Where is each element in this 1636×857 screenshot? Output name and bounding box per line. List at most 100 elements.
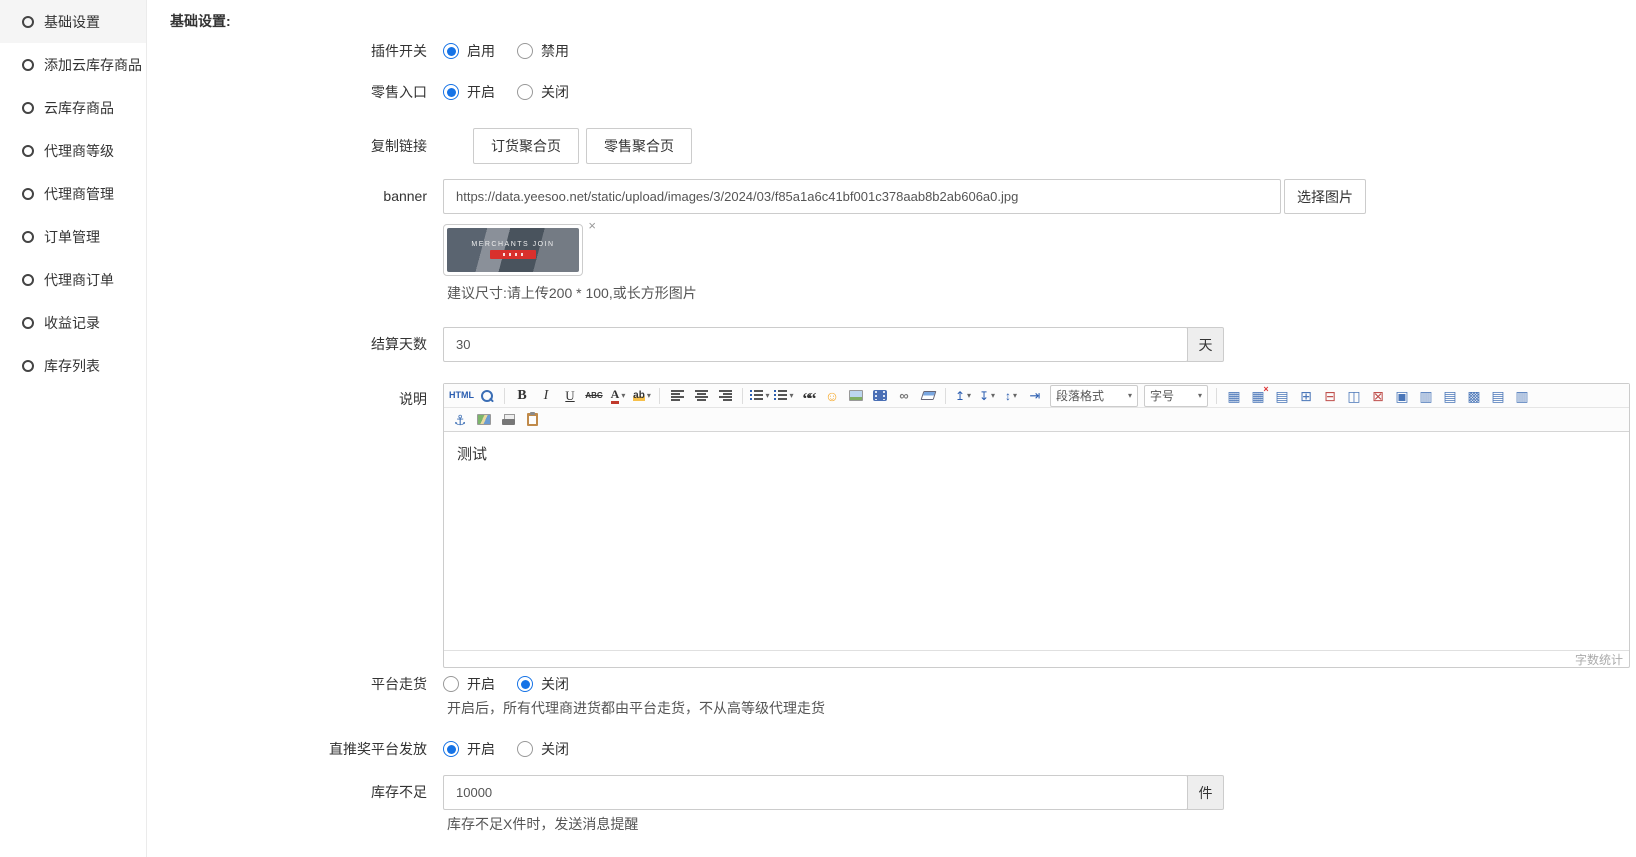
italic-icon[interactable]: I xyxy=(534,385,558,407)
choose-image-button[interactable]: 选择图片 xyxy=(1284,179,1366,214)
source-code-icon[interactable]: HTML xyxy=(448,385,475,407)
platform-shipping-off-radio[interactable]: 关闭 xyxy=(517,674,569,694)
retail-entry-on-radio[interactable]: 开启 xyxy=(443,82,495,102)
align-left-icon[interactable] xyxy=(665,385,689,407)
low-stock-hint: 库存不足X件时，发送消息提醒 xyxy=(443,816,638,833)
chevron-down-icon: ▾ xyxy=(1013,391,1017,400)
banner-size-hint: 建议尺寸:请上传200 * 100,或长方形图片 xyxy=(443,285,697,302)
remove-image-icon[interactable]: × xyxy=(588,219,596,232)
row-props-icon[interactable]: ▤ xyxy=(1486,385,1510,407)
indent-icon[interactable]: ⇥ xyxy=(1023,385,1047,407)
paragraph-format-select[interactable]: 段落格式 ▾ xyxy=(1050,385,1138,407)
align-center-icon[interactable] xyxy=(689,385,713,407)
sidebar-item-basic-settings[interactable]: 基础设置 xyxy=(0,0,146,43)
settlement-days-input[interactable] xyxy=(443,327,1188,362)
radio-unchecked-icon xyxy=(517,43,533,59)
word-count-label: 字数统计 xyxy=(1575,651,1623,668)
circle-bullet-icon xyxy=(22,145,34,157)
circle-bullet-icon xyxy=(22,188,34,200)
form-row-banner: banner 选择图片 MERCHANTS JOIN × 建议尺寸:请上传200… xyxy=(170,179,1636,302)
sidebar-item-agent-orders[interactable]: 代理商订单 xyxy=(0,258,146,301)
retail-entry-off-radio[interactable]: 关闭 xyxy=(517,82,569,102)
blockquote-icon[interactable]: ““ xyxy=(796,385,820,407)
insert-image-icon[interactable] xyxy=(844,385,868,407)
sidebar-item-stock-list[interactable]: 库存列表 xyxy=(0,344,146,387)
sidebar-item-agent-levels[interactable]: 代理商等级 xyxy=(0,129,146,172)
chevron-down-icon: ▾ xyxy=(621,391,625,400)
platform-shipping-on-radio[interactable]: 开启 xyxy=(443,674,495,694)
editor-content[interactable]: 测试 xyxy=(444,432,1629,650)
rich-text-editor: HTML B I xyxy=(443,383,1630,668)
radio-unchecked-icon xyxy=(443,676,459,692)
paragraph-space-bottom-icon[interactable]: ↧ ▾ xyxy=(975,385,999,407)
chevron-down-icon: ▾ xyxy=(1198,391,1202,400)
unordered-list-icon[interactable]: ▾ xyxy=(772,385,796,407)
retail-aggregate-page-button[interactable]: 零售聚合页 xyxy=(586,128,692,164)
highlight-color-icon[interactable]: ab ▾ xyxy=(630,385,654,407)
sidebar-item-order-management[interactable]: 订单管理 xyxy=(0,215,146,258)
chevron-down-icon: ▾ xyxy=(647,391,651,400)
toolbar-separator xyxy=(742,388,743,404)
plugin-switch-off-radio[interactable]: 禁用 xyxy=(517,41,569,61)
map-icon[interactable] xyxy=(472,409,496,431)
form-row-platform-shipping: 平台走货 开启 关闭 开启后，所有代理商进货都由平台走货，不从高等级代理走货 xyxy=(170,674,1636,717)
toolbar-separator xyxy=(1216,388,1217,404)
radio-unchecked-icon xyxy=(517,741,533,757)
preview-icon[interactable] xyxy=(475,385,499,407)
cell-props-icon[interactable]: ▣ xyxy=(1390,385,1414,407)
plugin-switch-on-radio[interactable]: 启用 xyxy=(443,41,495,61)
direct-reward-on-radio[interactable]: 开启 xyxy=(443,739,495,759)
toolbar-separator xyxy=(659,388,660,404)
insert-row-icon[interactable]: ⊞ xyxy=(1294,385,1318,407)
split-cell-icon[interactable]: ▩ xyxy=(1462,385,1486,407)
underline-icon[interactable]: U xyxy=(558,385,582,407)
remove-format-icon[interactable] xyxy=(916,385,940,407)
sidebar-item-agent-management[interactable]: 代理商管理 xyxy=(0,172,146,215)
banner-url-input[interactable] xyxy=(443,179,1281,214)
settlement-days-label: 结算天数 xyxy=(170,327,443,362)
merge-cell-right-icon[interactable]: ▥ xyxy=(1414,385,1438,407)
toolbar-separator xyxy=(945,388,946,404)
plugin-switch-label: 插件开关 xyxy=(170,41,443,61)
sidebar-item-income-records[interactable]: 收益记录 xyxy=(0,301,146,344)
radio-checked-icon xyxy=(443,741,459,757)
circle-bullet-icon xyxy=(22,231,34,243)
unit-days-addon: 天 xyxy=(1187,327,1224,362)
editor-toolbar-row2: ⚓ xyxy=(444,408,1629,432)
description-label: 说明 xyxy=(170,383,443,409)
delete-col-icon[interactable]: ⊠ xyxy=(1366,385,1390,407)
direct-reward-off-radio[interactable]: 关闭 xyxy=(517,739,569,759)
print-icon[interactable] xyxy=(496,409,520,431)
insert-video-icon[interactable] xyxy=(868,385,892,407)
editor-toolbar-row1: HTML B I xyxy=(444,384,1629,408)
merge-cell-down-icon[interactable]: ▤ xyxy=(1438,385,1462,407)
insert-table-icon[interactable]: ▦ xyxy=(1222,385,1246,407)
radio-checked-icon xyxy=(443,84,459,100)
emoji-icon[interactable]: ☺ xyxy=(820,385,844,407)
font-color-icon[interactable]: A ▾ xyxy=(606,385,630,407)
font-size-select[interactable]: 字号 ▾ xyxy=(1144,385,1208,407)
delete-table-icon[interactable]: ▦ xyxy=(1246,385,1270,407)
circle-bullet-icon xyxy=(22,16,34,28)
banner-thumbnail: MERCHANTS JOIN × xyxy=(443,224,583,276)
line-height-icon[interactable]: ↕ ▾ xyxy=(999,385,1023,407)
order-aggregate-page-button[interactable]: 订货聚合页 xyxy=(473,128,579,164)
insert-col-icon[interactable]: ◫ xyxy=(1342,385,1366,407)
bold-icon[interactable]: B xyxy=(510,385,534,407)
editor-statusbar: 字数统计 xyxy=(444,650,1629,667)
paragraph-space-top-icon[interactable]: ↥ ▾ xyxy=(951,385,975,407)
ordered-list-icon[interactable]: ▾ xyxy=(748,385,772,407)
delete-row-icon[interactable]: ⊟ xyxy=(1318,385,1342,407)
sidebar-item-add-cloud-stock-product[interactable]: 添加云库存商品 xyxy=(0,43,146,86)
link-icon[interactable]: ∞ xyxy=(892,385,916,407)
strikethrough-icon[interactable]: ABC xyxy=(582,385,606,407)
align-right-icon[interactable] xyxy=(713,385,737,407)
main-content: 基础设置: 插件开关 启用 禁用 零售入口 开启 xyxy=(147,0,1636,857)
sidebar-item-cloud-stock-products[interactable]: 云库存商品 xyxy=(0,86,146,129)
anchor-icon[interactable]: ⚓ xyxy=(448,409,472,431)
table-props-icon[interactable]: ▤ xyxy=(1270,385,1294,407)
paste-icon[interactable] xyxy=(520,409,544,431)
low-stock-input[interactable] xyxy=(443,775,1188,810)
toolbar-separator xyxy=(504,388,505,404)
col-props-icon[interactable]: ▥ xyxy=(1510,385,1534,407)
